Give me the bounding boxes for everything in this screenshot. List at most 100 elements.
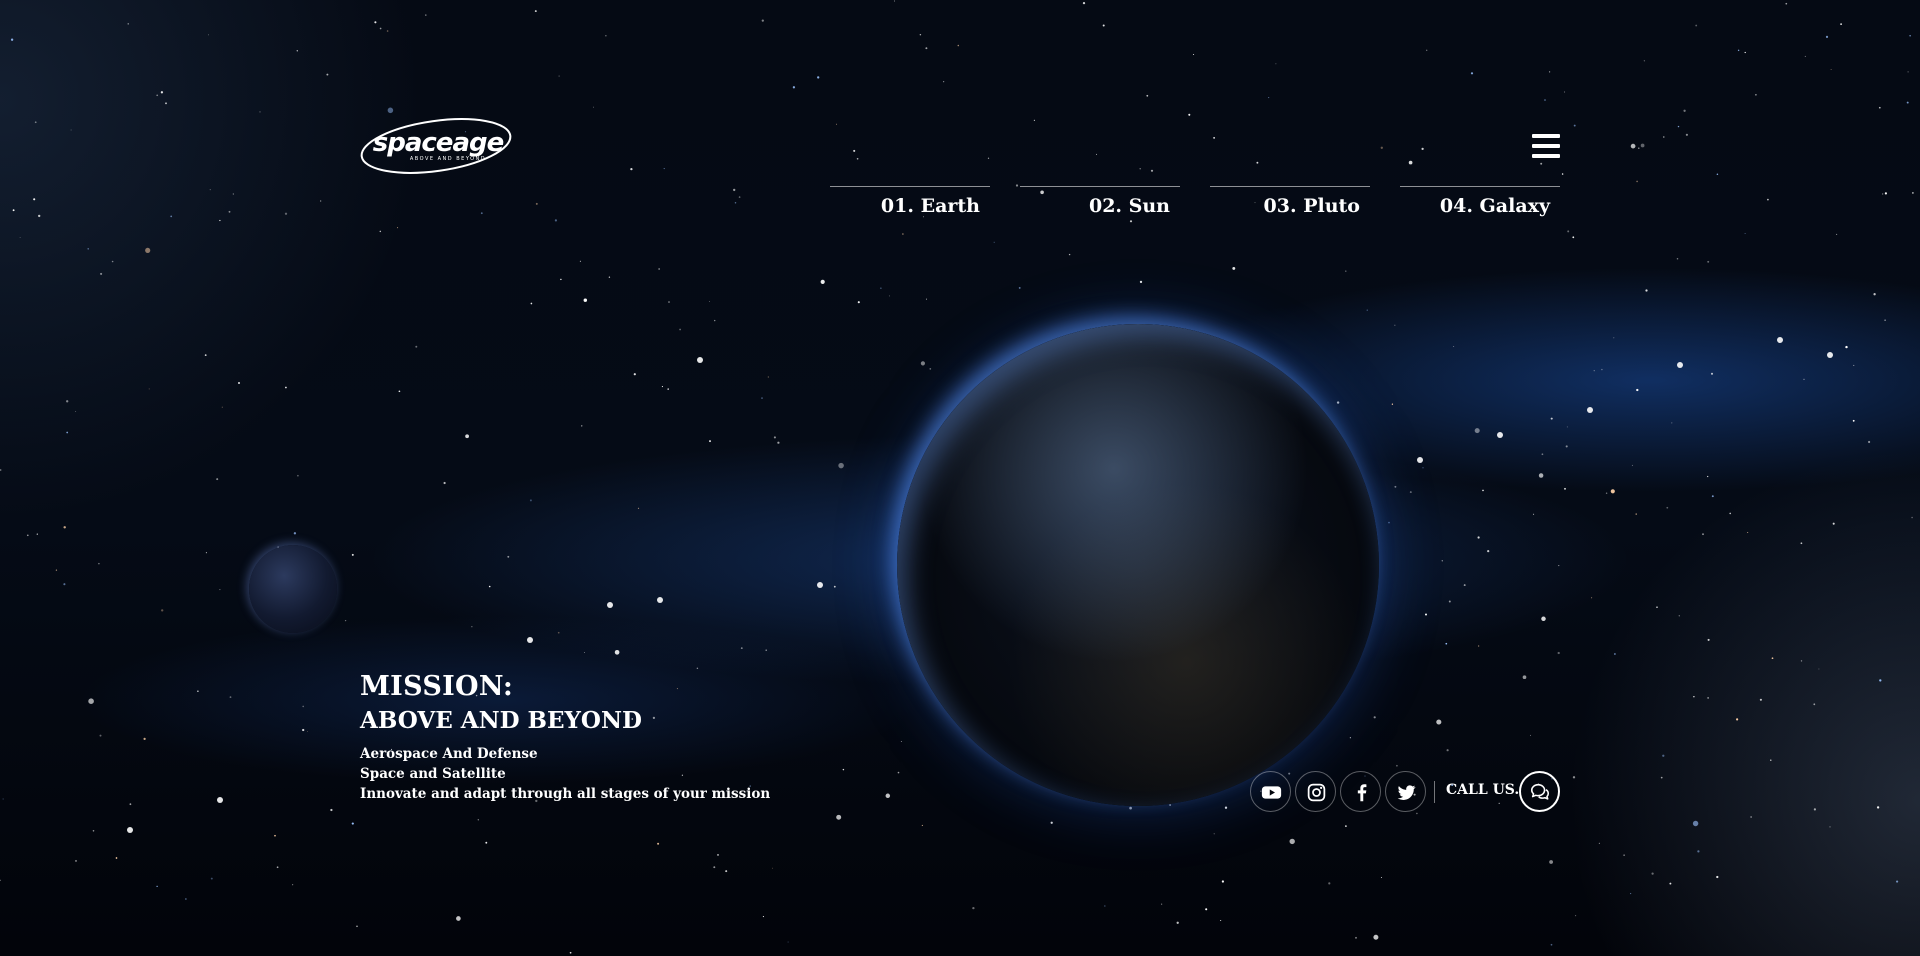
star (1804, 55, 1806, 57)
star (1605, 492, 1608, 495)
star (1884, 192, 1888, 195)
star (1564, 91, 1566, 93)
star (1561, 173, 1564, 175)
star (709, 300, 711, 302)
bright-star (527, 637, 533, 643)
star (1630, 143, 1636, 149)
star (98, 562, 100, 565)
twitter-icon[interactable] (1385, 771, 1426, 812)
star (0, 879, 1, 881)
star (1651, 872, 1654, 875)
tab-sun[interactable]: 02. Sun (1020, 186, 1180, 226)
star (1832, 522, 1835, 525)
star (1487, 549, 1490, 553)
facebook-icon[interactable] (1340, 771, 1381, 812)
star (1818, 668, 1820, 670)
star (1567, 230, 1570, 233)
star (787, 941, 789, 943)
instagram-icon[interactable] (1295, 771, 1336, 812)
star (36, 533, 38, 535)
star (1912, 192, 1914, 194)
star (1685, 133, 1688, 136)
bright-star (607, 602, 613, 608)
star (583, 298, 588, 302)
tab-earth[interactable]: 01. Earth (830, 186, 990, 226)
star (1845, 345, 1848, 349)
star (740, 647, 743, 649)
star (1677, 125, 1680, 128)
star (1716, 173, 1719, 176)
star (229, 696, 232, 698)
star (488, 585, 491, 588)
star (1771, 657, 1774, 660)
star (208, 34, 209, 36)
star (1336, 401, 1340, 404)
hamburger-menu-icon[interactable] (1532, 134, 1560, 158)
star (379, 230, 382, 233)
chat-bubbles-icon[interactable] (1519, 771, 1560, 812)
star (1879, 679, 1882, 682)
star (1572, 236, 1575, 239)
star (1737, 49, 1740, 52)
star (344, 619, 347, 622)
star (477, 819, 479, 821)
star (1424, 613, 1428, 616)
star (679, 328, 682, 331)
star (1176, 921, 1179, 924)
star (897, 771, 900, 774)
star (792, 86, 796, 89)
star (296, 50, 298, 52)
star (1564, 487, 1566, 490)
star (55, 569, 58, 571)
star (1474, 428, 1480, 434)
star (1463, 584, 1466, 587)
star (33, 198, 36, 201)
star (228, 210, 231, 213)
star (584, 652, 585, 653)
star (425, 14, 427, 16)
star (216, 478, 219, 481)
star (1169, 804, 1172, 806)
star (99, 734, 102, 737)
tab-pluto[interactable]: 03. Pluto (1210, 186, 1370, 226)
bright-star (1497, 432, 1503, 438)
brand-logo[interactable]: spaceage ABOVE AND BEYOND (358, 116, 514, 176)
star (1669, 882, 1672, 885)
star (1328, 882, 1331, 885)
bright-star (697, 357, 703, 363)
star (1896, 880, 1899, 883)
star (554, 219, 558, 222)
star (1422, 467, 1424, 469)
star (1275, 63, 1277, 65)
star (921, 824, 923, 826)
star (1478, 645, 1480, 647)
tab-galaxy[interactable]: 04. Galaxy (1400, 186, 1560, 226)
star (75, 860, 77, 862)
star (1391, 403, 1394, 405)
youtube-icon[interactable] (1250, 771, 1291, 812)
star (379, 27, 382, 30)
star (12, 209, 15, 212)
star (1697, 850, 1700, 853)
star (1636, 180, 1638, 183)
star (1645, 289, 1648, 292)
call-us-label[interactable]: CALL US. (1446, 782, 1519, 798)
star (1421, 147, 1424, 151)
star (1441, 560, 1443, 562)
star (885, 793, 891, 799)
star (1289, 838, 1295, 845)
star (1550, 417, 1553, 420)
mission-line: Aerospace And Defense (360, 746, 538, 762)
star (838, 462, 844, 469)
star (1907, 71, 1909, 73)
star (1572, 776, 1576, 779)
star (284, 386, 287, 389)
star (725, 870, 728, 873)
star (1744, 51, 1746, 54)
star (209, 189, 211, 191)
star (1549, 860, 1553, 864)
mission-subheading: ABOVE AND BEYOND (360, 707, 642, 734)
star (1800, 660, 1803, 662)
star (593, 106, 594, 108)
star (1558, 565, 1560, 567)
